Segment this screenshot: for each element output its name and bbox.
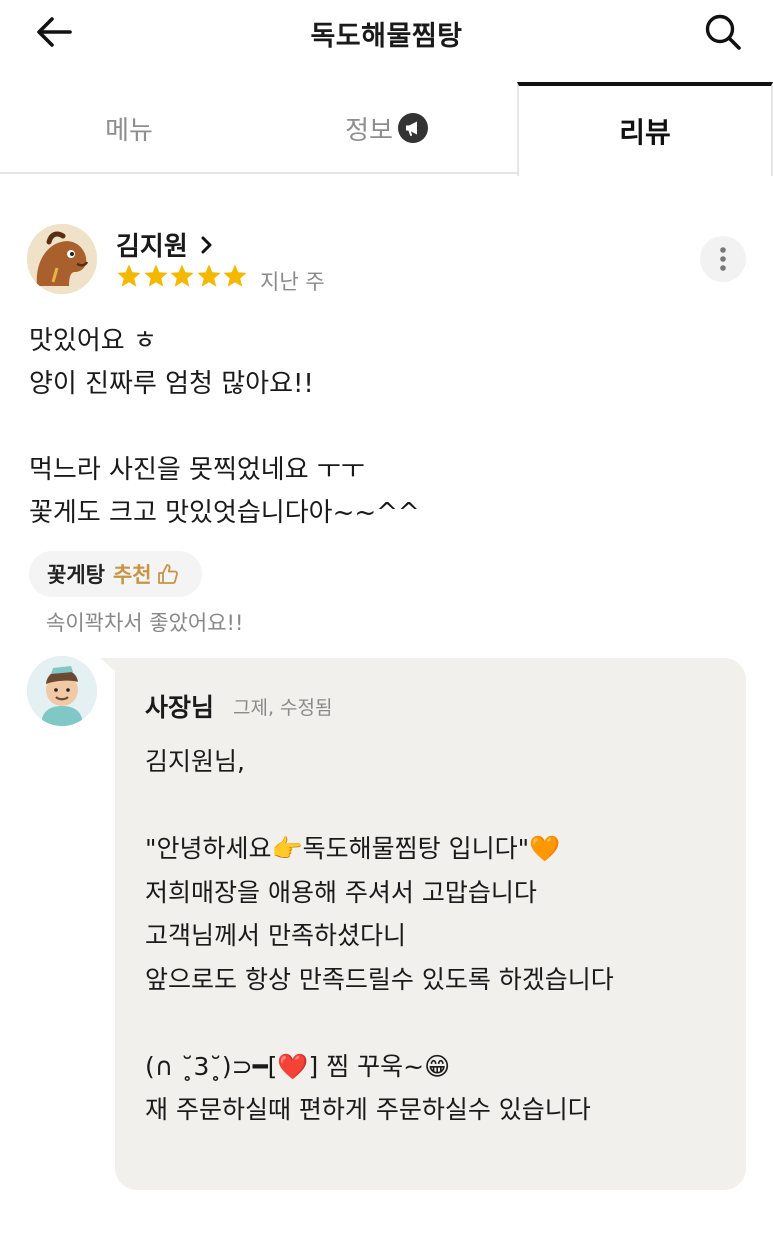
star-icon xyxy=(170,264,194,287)
recommend-label: 추천 xyxy=(112,563,152,587)
reply-line: 재 주문하실때 편하게 주문하실수 있습니다 xyxy=(145,1095,591,1124)
review-line: 먹느라 사진을 못찍었네요 ㅜㅜ xyxy=(29,455,365,485)
reply-line: 고객님께서 만족하셨다니 xyxy=(145,921,406,950)
tab-menu[interactable]: 메뉴 xyxy=(0,82,258,174)
search-button[interactable] xyxy=(701,10,745,54)
reply-bubble-tail xyxy=(100,658,116,672)
star-rating xyxy=(116,263,249,289)
tab-info[interactable]: 정보 xyxy=(258,82,516,174)
megaphone-icon xyxy=(397,113,428,143)
review-date: 지난 주 xyxy=(260,270,325,294)
review-line: 꽃게도 크고 맛있엇습니다아~~^^ xyxy=(29,498,420,528)
reply-line: (∩ ˘̥3˘̥)⊃━[❤️] 찜 꾸욱~😁 xyxy=(145,1051,451,1081)
tab-info-label: 정보 xyxy=(345,115,393,146)
chevron-right-icon xyxy=(201,236,212,253)
tab-menu-label: 메뉴 xyxy=(105,115,153,146)
horse-avatar-icon xyxy=(27,224,97,294)
reviewer-avatar[interactable] xyxy=(27,224,97,294)
owner-character-avatar-icon xyxy=(27,656,97,726)
recommended-menu-chip: 꽃게탕 추천 xyxy=(29,551,202,597)
owner-reply-text: 김지원님, "안녕하세요👉독도해물찜탕 입니다"🧡 저희매장을 애용해 주셔서 … xyxy=(145,740,614,1132)
search-icon xyxy=(705,14,741,50)
more-options-button[interactable] xyxy=(700,236,746,282)
star-icon xyxy=(223,264,247,287)
page-title: 독도해물찜탕 xyxy=(310,21,463,52)
reply-line: 앞으로도 항상 만족드릴수 있도록 하겠습니다 xyxy=(145,964,614,994)
recommend-comment: 속이꽉차서 좋았어요!! xyxy=(46,611,244,635)
reply-line: "안녕하세요👉독도해물찜탕 입니다"🧡 xyxy=(145,834,561,863)
reply-line xyxy=(145,1001,614,1045)
owner-avatar xyxy=(27,656,97,726)
star-icon xyxy=(143,264,168,287)
recommended-menu-name: 꽃게탕 xyxy=(47,563,105,587)
reply-line xyxy=(145,784,614,828)
owner-name: 사장님 xyxy=(145,693,215,722)
review-text: 맛있어요 ㅎ 양이 진짜루 엄청 많아요!! 먹느라 사진을 못찍었네요 ㅜㅜ … xyxy=(29,320,420,535)
review-line xyxy=(29,406,420,449)
more-vertical-icon xyxy=(720,247,726,271)
tab-review[interactable]: 리뷰 xyxy=(517,82,773,176)
reply-line: 김지원님, xyxy=(145,747,245,776)
review-line: 맛있어요 ㅎ xyxy=(29,326,157,356)
star-icon xyxy=(196,264,221,287)
star-icon xyxy=(117,264,141,287)
tab-review-label: 리뷰 xyxy=(619,116,671,149)
reviewer-name: 김지원 xyxy=(116,232,188,262)
tab-bar: 메뉴 정보 리뷰 xyxy=(0,82,773,176)
reply-line: 저희매장을 애용해 주셔서 고맙습니다 xyxy=(145,877,537,907)
review-line: 양이 진짜루 엄청 많아요!! xyxy=(29,369,314,399)
top-app-bar: 독도해물찜탕 xyxy=(0,0,773,70)
owner-reply-meta: 그제, 수정됨 xyxy=(233,697,333,719)
reviewer-name-link[interactable]: 김지원 xyxy=(116,226,216,263)
thumbs-up-icon xyxy=(157,564,178,584)
